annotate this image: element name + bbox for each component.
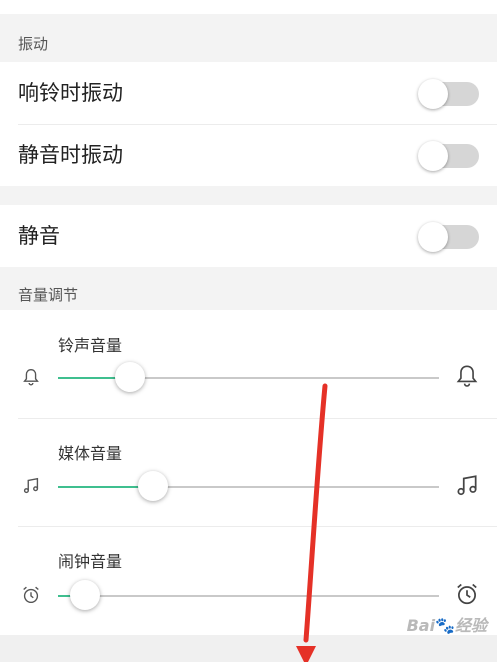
top-strip — [0, 0, 497, 14]
slider-thumb[interactable] — [138, 471, 168, 501]
media-volume-label: 媒体音量 — [58, 444, 123, 463]
bottom-strip — [0, 635, 497, 662]
bell-icon — [456, 365, 478, 387]
toggle-knob — [418, 79, 448, 109]
music-note-small-icon — [23, 477, 39, 494]
volume-card: 铃声音量 媒体音量 闹钟音量 — [0, 310, 497, 635]
mute-toggle[interactable] — [418, 222, 479, 252]
slider-thumb[interactable] — [115, 362, 145, 392]
music-note-icon — [457, 475, 477, 496]
row-ring-vibrate[interactable]: 响铃时振动 — [0, 62, 497, 124]
silent-vibrate-label: 静音时振动 — [18, 143, 123, 167]
alarm-volume-label: 闹钟音量 — [58, 552, 123, 571]
alarm-volume-slider[interactable] — [58, 580, 439, 610]
row-mute[interactable]: 静音 — [0, 205, 497, 267]
bell-small-icon — [23, 368, 39, 386]
toggle-knob — [418, 222, 448, 252]
slider-thumb[interactable] — [70, 580, 100, 610]
ringtone-volume-slider[interactable] — [58, 362, 439, 392]
divider — [18, 418, 497, 419]
silent-vibrate-toggle[interactable] — [418, 141, 479, 171]
ring-vibrate-label: 响铃时振动 — [18, 81, 123, 105]
divider — [18, 526, 497, 527]
ringtone-volume-label: 铃声音量 — [58, 336, 123, 355]
alarm-clock-small-icon — [23, 586, 39, 604]
row-silent-vibrate[interactable]: 静音时振动 — [0, 124, 497, 186]
mute-card: 静音 — [0, 205, 497, 267]
section-header-vibration: 振动 — [18, 35, 49, 53]
baidu-watermark: Bai🐾经验 — [406, 616, 487, 635]
toggle-knob — [418, 141, 448, 171]
mute-label: 静音 — [18, 224, 60, 248]
media-volume-slider[interactable] — [58, 471, 439, 501]
ring-vibrate-toggle[interactable] — [418, 79, 479, 109]
vibration-card: 响铃时振动 静音时振动 — [0, 62, 497, 186]
alarm-clock-icon — [457, 583, 477, 605]
